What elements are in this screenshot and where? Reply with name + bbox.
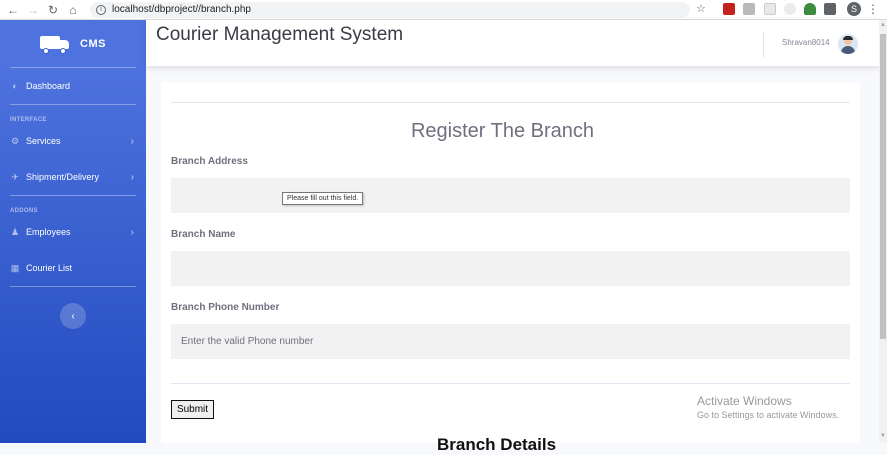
page-title: Courier Management System bbox=[156, 24, 404, 45]
brand-name: CMS bbox=[80, 37, 106, 50]
sidebar-item-label: Services bbox=[26, 136, 61, 146]
chevron-right-icon: › bbox=[130, 226, 134, 238]
sidebar-item-label: Courier List bbox=[26, 263, 73, 273]
sidebar-item-shipment[interactable]: ✈ Shipment/Delivery › bbox=[0, 159, 146, 195]
sidebar-divider bbox=[10, 104, 136, 105]
reload-icon[interactable]: ↻ bbox=[46, 3, 60, 17]
sidebar-item-services[interactable]: ⚙ Services › bbox=[0, 123, 146, 159]
sidebar-brand[interactable]: CMS bbox=[0, 20, 146, 67]
divider bbox=[171, 102, 850, 103]
watermark-line-1: Activate Windows bbox=[697, 394, 792, 408]
scroll-down-icon[interactable]: ▼ bbox=[880, 433, 886, 441]
sidebar-item-label: Shipment/Delivery bbox=[26, 172, 100, 182]
info-icon[interactable]: i bbox=[96, 4, 106, 15]
branch-address-label: Branch Address bbox=[171, 156, 248, 167]
sidebar-toggle-button[interactable]: ‹ bbox=[60, 303, 86, 329]
divider bbox=[171, 383, 850, 384]
sidebar-item-dashboard[interactable]: ◐ Dashboard bbox=[0, 68, 146, 104]
gauge-icon: ◐ bbox=[12, 81, 18, 91]
topbar-divider bbox=[763, 32, 764, 58]
windows-activation-watermark: Activate Windows Go to Settings to activ… bbox=[697, 394, 839, 420]
user-name[interactable]: Shravan8014 bbox=[782, 38, 830, 47]
back-icon[interactable]: ← bbox=[6, 3, 20, 17]
sidebar-item-label: Employees bbox=[26, 227, 71, 237]
home-icon[interactable]: ⌂ bbox=[66, 3, 80, 17]
submit-button[interactable]: Submit bbox=[171, 400, 214, 419]
extension-icon[interactable] bbox=[784, 3, 796, 15]
sidebar-item-courier-list[interactable]: ▦ Courier List bbox=[0, 250, 146, 286]
branch-name-input[interactable] bbox=[171, 251, 850, 286]
branch-phone-label: Branch Phone Number bbox=[171, 302, 280, 313]
extension-icon[interactable] bbox=[804, 3, 816, 15]
sidebar: CMS ◐ Dashboard INTERFACE ⚙ Services › ✈… bbox=[0, 20, 146, 443]
extension-icon[interactable] bbox=[743, 3, 755, 15]
branch-details-heading: Branch Details bbox=[437, 435, 557, 454]
profile-avatar[interactable]: S bbox=[847, 2, 861, 16]
branch-address-input[interactable] bbox=[171, 178, 850, 213]
table-icon: ▦ bbox=[10, 262, 20, 273]
chevron-right-icon: › bbox=[130, 171, 134, 183]
sidebar-item-label: Dashboard bbox=[26, 81, 71, 91]
form-title: Register The Branch bbox=[410, 120, 595, 142]
branch-phone-input[interactable] bbox=[171, 324, 850, 359]
avatar[interactable] bbox=[838, 34, 858, 54]
chevron-right-icon: › bbox=[130, 135, 134, 147]
page-scrollbar[interactable]: ▲ ▼ bbox=[879, 20, 887, 443]
cog-icon: ⚙ bbox=[10, 135, 20, 146]
sidebar-divider bbox=[10, 195, 136, 196]
register-branch-card: Register The Branch Branch Address Pleas… bbox=[161, 82, 860, 454]
validation-tooltip: Please fill out this field. bbox=[282, 192, 364, 205]
address-bar[interactable]: i localhost/dbproject//branch.php bbox=[90, 1, 690, 18]
sidebar-divider bbox=[10, 286, 136, 287]
browser-toolbar: ← → ↻ ⌂ i localhost/dbproject//branch.ph… bbox=[0, 0, 887, 20]
topbar: Courier Management System Shravan8014 bbox=[146, 20, 879, 66]
url-text: localhost/dbproject//branch.php bbox=[112, 4, 251, 15]
forward-icon[interactable]: → bbox=[26, 3, 40, 17]
sidebar-item-employees[interactable]: ♟ Employees › bbox=[0, 214, 146, 250]
user-plus-icon: ♟ bbox=[10, 226, 20, 237]
branch-name-label: Branch Name bbox=[171, 229, 236, 240]
plane-icon: ✈ bbox=[11, 171, 19, 182]
watermark-line-2: Go to Settings to activate Windows. bbox=[697, 410, 840, 420]
scroll-up-icon[interactable]: ▲ bbox=[880, 22, 886, 30]
star-icon[interactable]: ☆ bbox=[696, 2, 708, 15]
scrollbar-thumb[interactable] bbox=[880, 34, 886, 339]
puzzle-icon[interactable] bbox=[824, 3, 836, 15]
extension-icon[interactable] bbox=[764, 3, 776, 15]
truck-icon bbox=[40, 34, 70, 54]
chevron-left-icon: ‹ bbox=[71, 310, 75, 322]
menu-icon[interactable]: ⋮ bbox=[867, 2, 879, 16]
pdf-extension-icon[interactable] bbox=[723, 3, 735, 15]
